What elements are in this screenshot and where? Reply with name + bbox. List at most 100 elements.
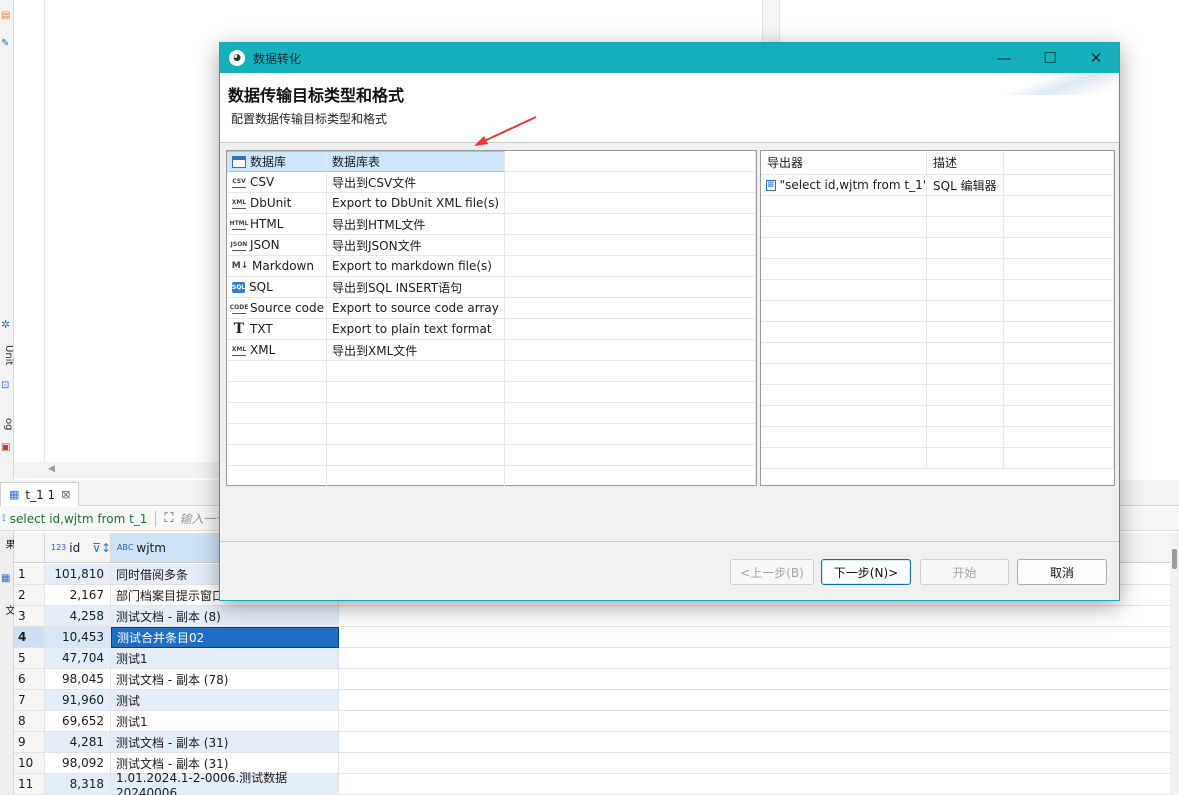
cell-wjtm[interactable]: 测试 bbox=[111, 690, 339, 711]
row-number[interactable]: 1 bbox=[14, 564, 45, 585]
format-row[interactable]: XML XML 导出到XML文件 bbox=[227, 340, 756, 361]
next-button[interactable]: 下一步(N)> bbox=[821, 559, 911, 585]
row-number[interactable]: 4 bbox=[14, 627, 45, 648]
row-number[interactable]: 7 bbox=[14, 690, 45, 711]
row-number[interactable]: 2 bbox=[14, 585, 45, 606]
minimize-icon[interactable]: — bbox=[981, 43, 1027, 73]
cell-wjtm[interactable]: 测试合并条目02 bbox=[111, 627, 339, 648]
format-name-cell[interactable]: CSV CSV bbox=[227, 172, 327, 193]
cell-id[interactable]: 4,281 bbox=[45, 732, 111, 753]
scroll-left-icon[interactable]: ◀ bbox=[48, 464, 55, 474]
side-label-log[interactable]: og bbox=[0, 418, 14, 430]
expand-icon[interactable]: ⛶ bbox=[164, 511, 173, 526]
exporter-row[interactable]: ≡ "select id,wjtm from t_1" SQL 编辑器 bbox=[761, 175, 1114, 196]
format-name-cell[interactable]: M↓ Markdown bbox=[227, 256, 327, 277]
table-row[interactable]: 6 98,045 测试文档 - 副本 (78) bbox=[14, 669, 1179, 690]
query-text[interactable]: select id,wjtm from t_1 bbox=[10, 512, 148, 526]
row-number[interactable]: 9 bbox=[14, 732, 45, 753]
cell-id[interactable]: 47,704 bbox=[45, 648, 111, 669]
edit-icon[interactable]: ✎ bbox=[1, 38, 12, 49]
cell-id[interactable]: 91,960 bbox=[45, 690, 111, 711]
column-header-description[interactable]: 描述 bbox=[927, 151, 1004, 175]
format-name-cell[interactable]: SQL SQL bbox=[227, 277, 327, 298]
format-row[interactable]: M↓ Markdown Export to markdown file(s) bbox=[227, 256, 756, 277]
column-header-id[interactable]: 123 id ⊽↕ bbox=[45, 533, 111, 563]
cell-wjtm[interactable]: 测试文档 - 副本 (8) bbox=[111, 606, 339, 627]
format-name-cell[interactable]: 数据库 bbox=[227, 151, 327, 172]
format-name-cell[interactable]: CODE Source code bbox=[227, 298, 327, 319]
exporter-list[interactable]: 导出器 描述 ≡ "select id,wjtm from t_1" SQL 编辑器 bbox=[760, 150, 1115, 486]
cancel-button[interactable]: 取消 bbox=[1017, 559, 1107, 585]
folder-icon[interactable]: ▤ bbox=[1, 10, 12, 21]
cell-id[interactable]: 98,045 bbox=[45, 669, 111, 690]
stop-icon[interactable]: ▣ bbox=[1, 442, 12, 453]
dialog-titlebar[interactable]: ◕ 数据转化 — ☐ ✕ bbox=[220, 43, 1119, 73]
format-desc-cell[interactable]: 导出到SQL INSERT语句 bbox=[327, 277, 505, 298]
format-desc-cell[interactable]: 导出到CSV文件 bbox=[327, 172, 505, 193]
table-row[interactable]: 5 47,704 测试1 bbox=[14, 648, 1179, 669]
row-number[interactable]: 6 bbox=[14, 669, 45, 690]
row-number[interactable]: 5 bbox=[14, 648, 45, 669]
format-row[interactable]: HTML HTML 导出到HTML文件 bbox=[227, 214, 756, 235]
format-name-cell[interactable]: HTML HTML bbox=[227, 214, 327, 235]
format-row[interactable]: CODE Source code Export to source code arr… bbox=[227, 298, 756, 319]
cell-id[interactable]: 69,652 bbox=[45, 711, 111, 732]
format-name-cell[interactable]: T TXT bbox=[227, 319, 327, 340]
table-row[interactable]: 9 4,281 测试文档 - 副本 (31) bbox=[14, 732, 1179, 753]
row-number[interactable]: 3 bbox=[14, 606, 45, 627]
tab-results-t1[interactable]: ▦ t_1 1 ⊠ bbox=[0, 482, 80, 506]
cell-wjtm[interactable]: 测试文档 - 副本 (31) bbox=[111, 732, 339, 753]
back-button[interactable]: <上一步(B) bbox=[730, 559, 814, 585]
editor-horizontal-scrollbar[interactable]: ◀ bbox=[14, 462, 234, 478]
column-header-exporter[interactable]: 导出器 bbox=[761, 151, 927, 175]
table-row[interactable]: 4 10,453 测试合并条目02 bbox=[14, 627, 1179, 648]
gear-icon[interactable]: ✲ bbox=[1, 318, 12, 331]
format-row[interactable]: T TXT Export to plain text format bbox=[227, 319, 756, 340]
row-number[interactable]: 8 bbox=[14, 711, 45, 732]
side-label-unit[interactable]: Unit bbox=[0, 345, 14, 365]
cell-id[interactable]: 4,258 bbox=[45, 606, 111, 627]
cell-wjtm[interactable]: 测试文档 - 副本 (78) bbox=[111, 669, 339, 690]
format-desc-cell[interactable]: Export to DbUnit XML file(s) bbox=[327, 193, 505, 214]
format-row[interactable]: XML DbUnit Export to DbUnit XML file(s) bbox=[227, 193, 756, 214]
cell-id[interactable]: 98,092 bbox=[45, 753, 111, 774]
row-number[interactable]: 10 bbox=[14, 753, 45, 774]
start-button[interactable]: 开始 bbox=[920, 559, 1009, 585]
exporter-cell[interactable]: ≡ "select id,wjtm from t_1" bbox=[761, 175, 927, 196]
cell-wjtm[interactable]: 1.01.2024.1-2-0006.测试数据20240006 bbox=[111, 771, 339, 795]
format-desc-cell[interactable]: Export to source code array bbox=[327, 298, 505, 319]
close-icon[interactable]: ✕ bbox=[1073, 43, 1119, 73]
table-row[interactable]: 11 8,318 1.01.2024.1-2-0006.测试数据20240006 bbox=[14, 771, 1179, 795]
format-name-cell[interactable]: XML DbUnit bbox=[227, 193, 327, 214]
grid-icon[interactable]: ▦ bbox=[1, 573, 10, 584]
format-desc-cell[interactable]: 导出到JSON文件 bbox=[327, 235, 505, 256]
format-name-cell[interactable]: JSON JSON bbox=[227, 235, 327, 256]
table-row[interactable]: 8 69,652 测试1 bbox=[14, 711, 1179, 732]
row-number[interactable]: 11 bbox=[14, 774, 45, 795]
format-desc-cell[interactable]: 导出到HTML文件 bbox=[327, 214, 505, 235]
grid-vertical-scrollbar[interactable] bbox=[1170, 533, 1179, 795]
format-desc-cell[interactable]: Export to markdown file(s) bbox=[327, 256, 505, 277]
table-row[interactable]: 7 91,960 测试 bbox=[14, 690, 1179, 711]
maximize-icon[interactable]: ☐ bbox=[1027, 43, 1073, 73]
table-row[interactable]: 3 4,258 测试文档 - 副本 (8) bbox=[14, 606, 1179, 627]
cell-id[interactable]: 10,453 bbox=[45, 627, 111, 648]
cell-id[interactable]: 2,167 bbox=[45, 585, 111, 606]
format-row[interactable]: 数据库 数据库表 bbox=[227, 151, 756, 172]
exporter-desc-cell[interactable]: SQL 编辑器 bbox=[927, 175, 1004, 196]
close-icon[interactable]: ⊠ bbox=[61, 488, 70, 501]
format-desc-cell[interactable]: 数据库表 bbox=[327, 151, 505, 172]
cell-wjtm[interactable]: 测试1 bbox=[111, 648, 339, 669]
format-list[interactable]: 数据库 数据库表 CSV CSV 导出到CSV文件 XML DbUnit Export to … bbox=[226, 150, 757, 487]
format-row[interactable]: CSV CSV 导出到CSV文件 bbox=[227, 172, 756, 193]
cell-id[interactable]: 101,810 bbox=[45, 564, 111, 585]
format-desc-cell[interactable]: Export to plain text format bbox=[327, 319, 505, 340]
cell-id[interactable]: 8,318 bbox=[45, 774, 111, 795]
format-name-cell[interactable]: XML XML bbox=[227, 340, 327, 361]
cell-wjtm[interactable]: 测试1 bbox=[111, 711, 339, 732]
sort-filter-icon[interactable]: ⊽↕ bbox=[92, 541, 111, 555]
window-icon[interactable]: ⊡ bbox=[1, 380, 12, 391]
format-row[interactable]: JSON JSON 导出到JSON文件 bbox=[227, 235, 756, 256]
format-desc-cell[interactable]: 导出到XML文件 bbox=[327, 340, 505, 361]
scroll-thumb[interactable] bbox=[1172, 549, 1177, 569]
